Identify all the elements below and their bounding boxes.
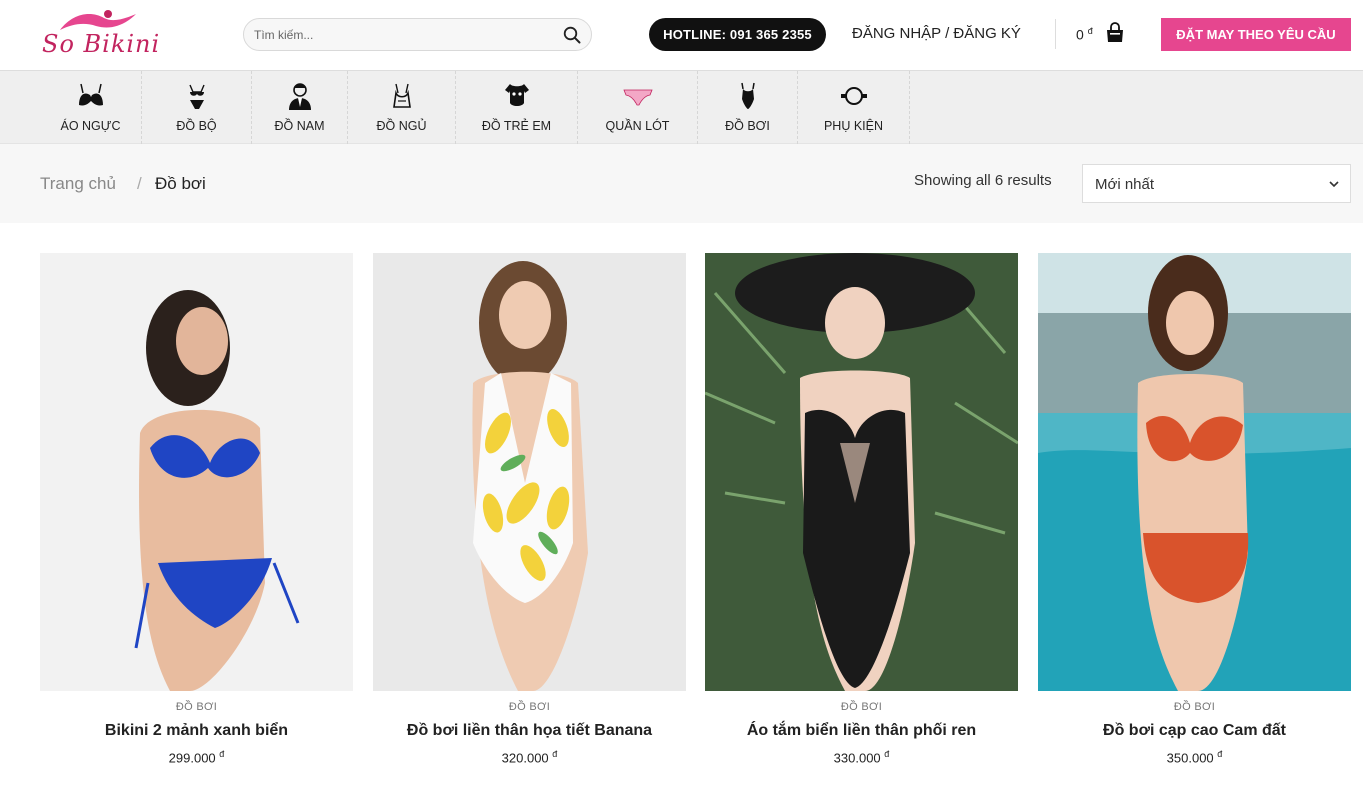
product-price: 299.000 đ: [40, 749, 353, 765]
product-card[interactable]: ĐỒ BƠI Bikini 2 mảnh xanh biển 299.000 đ: [40, 253, 353, 765]
breadcrumb-current: Đồ bơi: [155, 174, 206, 193]
category-label: PHỤ KIỆN: [823, 119, 884, 133]
logo-text: So Bikini: [42, 30, 161, 58]
custom-order-button[interactable]: ĐẶT MAY THEO YÊU CẦU: [1161, 18, 1351, 51]
category-label: ĐỒ BƠI: [725, 119, 770, 133]
product-category: ĐỒ BƠI: [508, 701, 551, 713]
product-image[interactable]: [705, 253, 1018, 691]
lingerie-set-icon: [188, 84, 205, 109]
product-image[interactable]: [373, 253, 686, 691]
chevron-down-icon: [1329, 181, 1339, 188]
product-card[interactable]: ĐỒ BƠI Áo tắm biển liền thân phối ren 33…: [705, 253, 1018, 765]
bra-icon: [78, 83, 103, 106]
category-item-do-tre-em[interactable]: ĐỒ TRẺ EM: [456, 71, 578, 144]
product-currency: đ: [219, 749, 225, 759]
search-box[interactable]: [243, 18, 592, 51]
product-name[interactable]: Áo tắm biển liền thân phối ren: [705, 722, 1018, 740]
product-category: ĐỒ BƠI: [175, 701, 218, 713]
kids-bodysuit-icon: [504, 84, 529, 106]
product-photo: [373, 253, 686, 691]
product-currency: đ: [1217, 749, 1223, 759]
login-register-link[interactable]: ĐĂNG NHẬP / ĐĂNG KÝ: [852, 25, 1021, 42]
product-photo: [1038, 253, 1351, 691]
search-icon[interactable]: [563, 26, 581, 44]
product-photo: [40, 253, 353, 691]
sort-value: Mới nhất: [1095, 176, 1155, 193]
man-icon: [288, 83, 311, 110]
site-header: So Bikini HOTLINE: 091 365 2355 ĐĂNG NHẬ…: [0, 0, 1363, 71]
cart-currency: đ: [1087, 26, 1093, 36]
category-item-do-bo[interactable]: ĐỒ BỘ: [142, 71, 252, 144]
nightwear-icon: [392, 83, 411, 108]
shopping-bag-icon[interactable]: [1104, 22, 1126, 44]
header-divider: [1055, 19, 1056, 49]
category-label: ĐỒ BỘ: [176, 119, 217, 133]
product-currency: đ: [552, 749, 558, 759]
category-item-ao-nguc[interactable]: ÁO NGỰC: [40, 71, 142, 144]
category-label: ĐỒ NGỦ: [376, 119, 427, 133]
category-nav: ÁO NGỰC ĐỒ BỘ ĐỒ NAM ĐỒ NGỦ ĐỒ TRẺ EM QU…: [0, 71, 1363, 144]
breadcrumb-separator: /: [137, 174, 142, 193]
product-price-value: 350.000: [1166, 750, 1214, 766]
search-input[interactable]: [254, 19, 554, 50]
category-label: ĐỒ NAM: [274, 119, 325, 133]
result-count: Showing all 6 results: [914, 172, 1052, 189]
product-card[interactable]: ĐỒ BƠI Đồ bơi liền thân họa tiết Banana …: [373, 253, 686, 765]
product-price-value: 320.000: [501, 750, 549, 766]
product-price-value: 330.000: [833, 750, 881, 766]
category-label: QUẦN LÓT: [605, 119, 670, 133]
cart-amount-value: 0: [1076, 26, 1084, 43]
product-price-value: 299.000: [168, 750, 216, 766]
accessory-icon: [840, 87, 867, 105]
panties-icon: [622, 89, 653, 106]
category-item-do-nam[interactable]: ĐỒ NAM: [252, 71, 348, 144]
swimsuit-icon: [740, 82, 755, 109]
product-name[interactable]: Đồ bơi liền thân họa tiết Banana: [373, 722, 686, 740]
product-card[interactable]: ĐỒ BƠI Đồ bơi cạp cao Cam đất 350.000 đ: [1038, 253, 1351, 765]
sort-select[interactable]: Mới nhất: [1082, 164, 1351, 203]
product-category: ĐỒ BƠI: [1173, 701, 1216, 713]
category-item-do-boi[interactable]: ĐỒ BƠI: [698, 71, 798, 144]
product-currency: đ: [884, 749, 890, 759]
category-item-do-ngu[interactable]: ĐỒ NGỦ: [348, 71, 456, 144]
product-category: ĐỒ BƠI: [840, 701, 883, 713]
cart-amount[interactable]: 0 đ: [1076, 26, 1093, 43]
product-name[interactable]: Đồ bơi cạp cao Cam đất: [1038, 722, 1351, 740]
site-logo[interactable]: So Bikini: [38, 8, 188, 64]
category-label: ĐỒ TRẺ EM: [481, 119, 552, 133]
category-item-phu-kien[interactable]: PHỤ KIỆN: [798, 71, 910, 144]
category-label: ÁO NGỰC: [60, 119, 121, 133]
product-name[interactable]: Bikini 2 mảnh xanh biển: [40, 722, 353, 740]
product-price: 330.000 đ: [705, 749, 1018, 765]
product-price: 320.000 đ: [373, 749, 686, 765]
breadcrumb-home-link[interactable]: Trang chủ: [40, 174, 116, 194]
hotline-button[interactable]: HOTLINE: 091 365 2355: [649, 18, 826, 51]
product-photo: [705, 253, 1018, 691]
product-price: 350.000 đ: [1038, 749, 1351, 765]
product-image[interactable]: [1038, 253, 1351, 691]
product-image[interactable]: [40, 253, 353, 691]
category-item-quan-lot[interactable]: QUẦN LÓT: [578, 71, 698, 144]
